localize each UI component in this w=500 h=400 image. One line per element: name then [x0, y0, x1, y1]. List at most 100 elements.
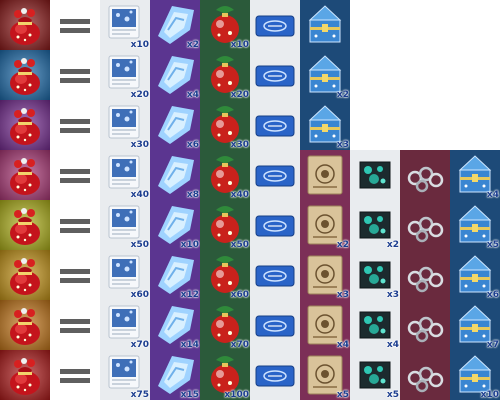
gift-bag-icon[interactable] — [0, 50, 50, 100]
silver-chain-pile-icon[interactable] — [400, 150, 450, 200]
blue-treasure-chest-icon[interactable]: x5 — [450, 200, 500, 250]
item-quantity: x4 — [486, 190, 499, 200]
item-quantity: x2 — [186, 40, 199, 50]
item-quantity: x30 — [130, 140, 149, 150]
silver-chain-pile-icon[interactable] — [400, 250, 450, 300]
blue-treasure-chest-icon[interactable]: x7 — [450, 300, 500, 350]
blue-card-scroll-icon[interactable]: x20 — [100, 50, 150, 100]
equals-icon — [50, 200, 100, 250]
item-quantity: x3 — [336, 290, 349, 300]
ice-crystal-icon[interactable]: x6 — [150, 100, 200, 150]
blue-treasure-chest-icon[interactable]: x6 — [450, 250, 500, 300]
item-quantity: x2 — [336, 90, 349, 100]
blue-treasure-chest-icon[interactable]: x3 — [300, 100, 350, 150]
blue-ticket-icon[interactable] — [250, 100, 300, 150]
item-quantity: x60 — [130, 290, 149, 300]
blue-card-scroll-icon[interactable]: x75 — [100, 350, 150, 400]
parchment-scroll-icon[interactable] — [300, 150, 350, 200]
teal-gem-box-icon[interactable]: x2 — [350, 200, 400, 250]
item-quantity: x10 — [230, 40, 249, 50]
item-quantity: x5 — [386, 390, 399, 400]
item-quantity: x50 — [130, 240, 149, 250]
item-quantity: x75 — [130, 390, 149, 400]
silver-chain-pile-icon[interactable] — [400, 350, 450, 400]
item-quantity: x3 — [386, 290, 399, 300]
christmas-ornament-icon[interactable]: x10 — [200, 0, 250, 50]
blue-treasure-chest-icon[interactable] — [300, 0, 350, 50]
gift-bag-icon[interactable] — [0, 200, 50, 250]
blue-card-scroll-icon[interactable]: x70 — [100, 300, 150, 350]
ice-crystal-icon[interactable]: x2 — [150, 0, 200, 50]
teal-gem-box-icon[interactable]: x5 — [350, 350, 400, 400]
item-quantity: x6 — [486, 290, 499, 300]
blue-treasure-chest-icon[interactable]: x4 — [450, 150, 500, 200]
blue-ticket-icon[interactable] — [250, 350, 300, 400]
blue-ticket-icon[interactable] — [250, 200, 300, 250]
blue-card-scroll-icon[interactable]: x30 — [100, 100, 150, 150]
ice-crystal-icon[interactable]: x12 — [150, 250, 200, 300]
gift-bag-icon[interactable] — [0, 100, 50, 150]
christmas-ornament-icon[interactable]: x30 — [200, 100, 250, 150]
ice-crystal-icon[interactable]: x4 — [150, 50, 200, 100]
gift-bag-icon[interactable] — [0, 250, 50, 300]
parchment-scroll-icon[interactable]: x4 — [300, 300, 350, 350]
christmas-ornament-icon[interactable]: x60 — [200, 250, 250, 300]
reward-table: x10 x2 x10 x20 x4 x20 x2 x30 x6 x30 x3 x… — [0, 0, 500, 400]
silver-chain-pile-icon[interactable] — [400, 200, 450, 250]
teal-gem-box-icon[interactable]: x3 — [350, 250, 400, 300]
blue-card-scroll-icon[interactable]: x50 — [100, 200, 150, 250]
equals-icon — [50, 50, 100, 100]
christmas-ornament-icon[interactable]: x100 — [200, 350, 250, 400]
ice-crystal-icon[interactable]: x14 — [150, 300, 200, 350]
item-quantity: x6 — [186, 140, 199, 150]
blue-ticket-icon[interactable] — [250, 50, 300, 100]
reward-row: x10 x2 x10 — [0, 0, 500, 50]
item-quantity: x20 — [130, 90, 149, 100]
blue-ticket-icon[interactable] — [250, 250, 300, 300]
ice-crystal-icon[interactable]: x8 — [150, 150, 200, 200]
reward-row: x75 x15 x100 x5 x5 x10 — [0, 350, 500, 400]
item-quantity: x30 — [230, 140, 249, 150]
item-quantity: x14 — [180, 340, 199, 350]
christmas-ornament-icon[interactable]: x70 — [200, 300, 250, 350]
blue-ticket-icon[interactable] — [250, 150, 300, 200]
gift-bag-icon[interactable] — [0, 300, 50, 350]
silver-chain-pile-icon[interactable] — [400, 300, 450, 350]
item-quantity: x2 — [336, 240, 349, 250]
reward-row: x70 x14 x70 x4 x4 x7 — [0, 300, 500, 350]
reward-row: x40 x8 x40 x4 — [0, 150, 500, 200]
item-quantity: x8 — [186, 190, 199, 200]
blue-card-scroll-icon[interactable]: x40 — [100, 150, 150, 200]
item-quantity: x60 — [230, 290, 249, 300]
ice-crystal-icon[interactable]: x10 — [150, 200, 200, 250]
teal-gem-box-icon[interactable] — [350, 150, 400, 200]
item-quantity: x4 — [386, 340, 399, 350]
item-quantity: x20 — [230, 90, 249, 100]
gift-bag-icon[interactable] — [0, 150, 50, 200]
item-quantity: x5 — [486, 240, 499, 250]
gift-bag-icon[interactable] — [0, 0, 50, 50]
blue-treasure-chest-icon[interactable]: x10 — [450, 350, 500, 400]
christmas-ornament-icon[interactable]: x20 — [200, 50, 250, 100]
blue-card-scroll-icon[interactable]: x60 — [100, 250, 150, 300]
parchment-scroll-icon[interactable]: x3 — [300, 250, 350, 300]
blue-ticket-icon[interactable] — [250, 0, 300, 50]
item-quantity: x10 — [180, 240, 199, 250]
parchment-scroll-icon[interactable]: x2 — [300, 200, 350, 250]
equals-icon — [50, 350, 100, 400]
christmas-ornament-icon[interactable]: x40 — [200, 150, 250, 200]
equals-icon — [50, 150, 100, 200]
item-quantity: x10 — [480, 390, 499, 400]
christmas-ornament-icon[interactable]: x50 — [200, 200, 250, 250]
blue-ticket-icon[interactable] — [250, 300, 300, 350]
item-quantity: x15 — [180, 390, 199, 400]
teal-gem-box-icon[interactable]: x4 — [350, 300, 400, 350]
item-quantity: x4 — [336, 340, 349, 350]
item-quantity: x2 — [386, 240, 399, 250]
blue-treasure-chest-icon[interactable]: x2 — [300, 50, 350, 100]
blue-card-scroll-icon[interactable]: x10 — [100, 0, 150, 50]
item-quantity: x40 — [130, 190, 149, 200]
parchment-scroll-icon[interactable]: x5 — [300, 350, 350, 400]
ice-crystal-icon[interactable]: x15 — [150, 350, 200, 400]
gift-bag-icon[interactable] — [0, 350, 50, 400]
